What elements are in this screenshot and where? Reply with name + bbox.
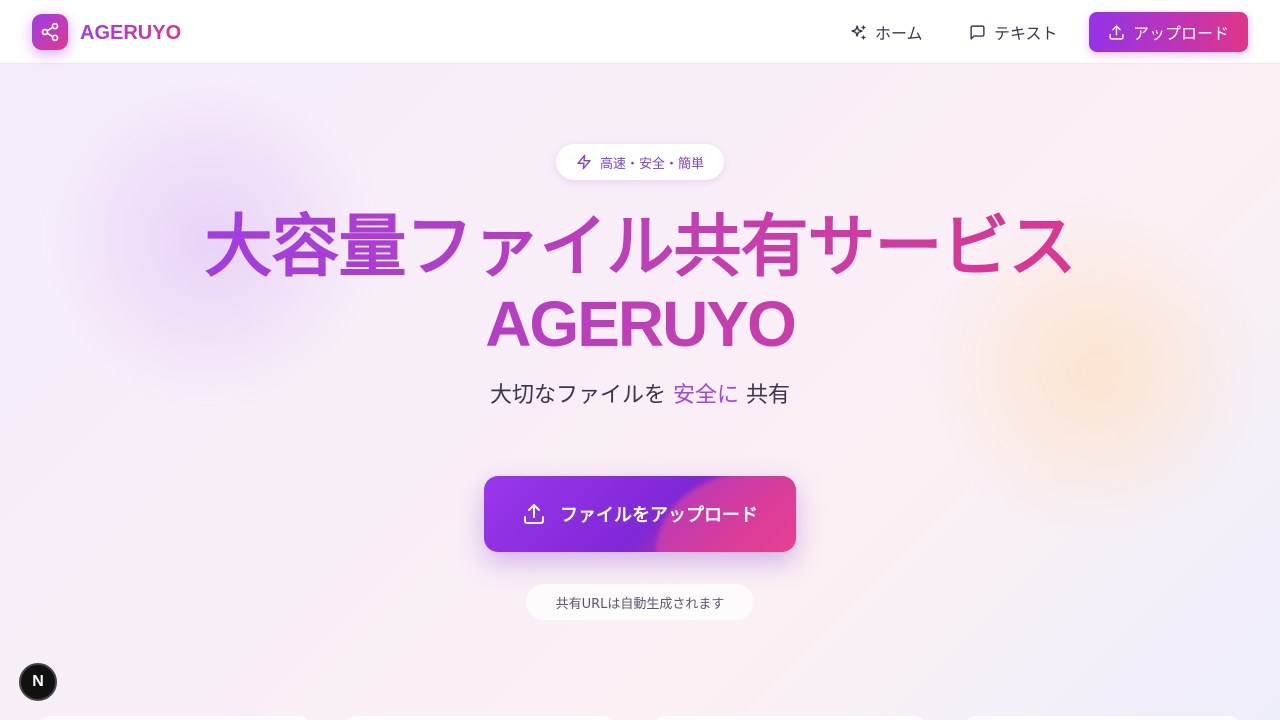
header-upload-button[interactable]: アップロード	[1089, 12, 1248, 52]
share-url-note: 共有URLは自動生成されます	[526, 584, 754, 620]
lightning-icon	[577, 154, 591, 170]
subtitle-accent: 安全に	[672, 383, 739, 408]
feature-card	[965, 716, 1240, 720]
brand-name[interactable]: AGERUYO	[80, 20, 181, 46]
dev-tools-badge[interactable]: N	[19, 663, 57, 701]
logo-icon[interactable]	[32, 14, 68, 50]
sparkles-icon	[851, 24, 866, 40]
hero-title-line1: 大容量ファイル共有サービス	[204, 209, 1076, 285]
hero-title: 大容量ファイル共有サービス AGERUYO	[140, 206, 1140, 360]
feature-card	[345, 716, 615, 720]
top-navbar: AGERUYO ホーム テキスト アップロード	[0, 0, 1280, 64]
upload-file-button[interactable]: ファイルをアップロード	[484, 476, 796, 552]
subtitle-after: 共有	[746, 383, 791, 408]
header-upload-label: アップロード	[1132, 24, 1229, 43]
nav-home-label: ホーム	[875, 24, 923, 43]
message-square-icon	[970, 24, 985, 40]
nav-text-label: テキスト	[994, 24, 1058, 43]
share-icon	[41, 22, 59, 42]
feature-badge-text: 高速・安全・簡単	[599, 156, 704, 172]
nav-home-link[interactable]: ホーム	[850, 18, 923, 46]
nav-text-link[interactable]: テキスト	[969, 18, 1058, 46]
upload-file-label: ファイルをアップロード	[560, 505, 758, 526]
feature-badge: 高速・安全・簡単	[556, 144, 724, 180]
subtitle-before: 大切なファイルを	[489, 383, 666, 408]
feature-card	[40, 716, 310, 720]
hero-subtitle: 大切なファイルを 安全に 共有	[240, 378, 1040, 414]
upload-icon	[524, 504, 544, 524]
hero-title-line2: AGERUYO	[485, 288, 795, 360]
feature-card	[655, 716, 925, 720]
upload-icon	[1109, 24, 1124, 40]
